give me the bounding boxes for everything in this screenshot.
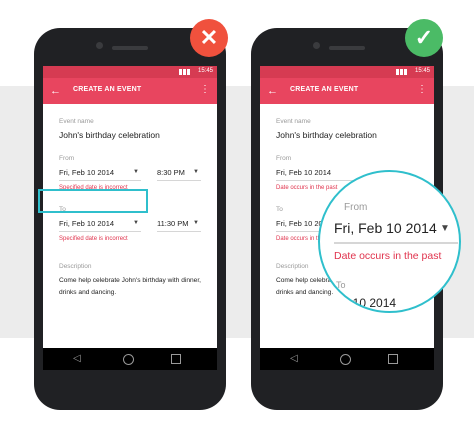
phone-screen: 15:45 ← CREATE AN EVENT ⋮ Event name Joh…: [43, 66, 217, 370]
back-arrow-icon[interactable]: ←: [267, 84, 278, 98]
from-label: From: [276, 155, 292, 162]
zoom-to-label: To: [336, 280, 346, 290]
speaker-grille: [329, 46, 365, 50]
error-highlight-box: [38, 189, 148, 213]
android-nav-bar: ◁: [260, 348, 434, 370]
event-name-label: Event name: [59, 118, 94, 125]
event-name-label: Event name: [276, 118, 311, 125]
more-options-icon[interactable]: ⋮: [417, 83, 427, 97]
event-name-field[interactable]: John's birthday celebration: [59, 130, 160, 140]
nav-home-icon[interactable]: [123, 354, 134, 365]
from-date-underline: [59, 180, 141, 181]
android-nav-bar: ◁: [43, 348, 217, 370]
incorrect-x-icon: ✕: [190, 19, 228, 57]
more-options-icon[interactable]: ⋮: [200, 83, 210, 97]
chevron-down-icon: ▼: [133, 220, 139, 226]
to-date-field[interactable]: Fri, Feb 10 2014: [59, 219, 114, 228]
from-date-underline: [276, 180, 358, 181]
camera-icon: [96, 42, 103, 49]
to-label: To: [276, 206, 283, 213]
correct-check-icon: ✓: [405, 19, 443, 57]
nav-back-icon[interactable]: ◁: [73, 353, 81, 365]
zoom-from-label: From: [344, 202, 368, 213]
from-date-field[interactable]: Fri, Feb 10 2014: [276, 168, 331, 177]
to-time-field[interactable]: 11:30 PM: [157, 219, 189, 228]
speaker-grille: [112, 46, 148, 50]
status-bar: 15:45: [43, 66, 217, 78]
from-error-message: Date occurs in the past: [276, 185, 338, 191]
event-name-field[interactable]: John's birthday celebration: [276, 130, 377, 140]
chevron-down-icon: ▼: [193, 169, 199, 175]
description-label: Description: [59, 263, 92, 270]
nav-home-icon[interactable]: [340, 354, 351, 365]
from-time-field[interactable]: 8:30 PM: [157, 168, 185, 177]
app-bar-title: CREATE AN EVENT: [290, 86, 359, 93]
chevron-down-icon: ▼: [133, 169, 139, 175]
app-bar: ← CREATE AN EVENT ⋮: [43, 78, 217, 104]
from-label: From: [59, 155, 75, 162]
nav-recents-icon[interactable]: [171, 354, 181, 364]
chevron-down-icon: ▼: [193, 220, 199, 226]
signal-icon: [396, 69, 410, 75]
status-bar: 15:45: [260, 66, 434, 78]
status-time: 15:45: [197, 68, 213, 74]
to-error-message: Specified date is incorrect: [59, 236, 128, 242]
nav-recents-icon[interactable]: [388, 354, 398, 364]
zoom-underline: [334, 242, 458, 244]
app-bar-title: CREATE AN EVENT: [73, 86, 142, 93]
camera-icon: [313, 42, 320, 49]
signal-icon: [179, 69, 193, 75]
to-time-underline: [157, 231, 201, 232]
back-arrow-icon[interactable]: ←: [50, 84, 61, 98]
event-form: Event name John's birthday celebration F…: [43, 104, 217, 348]
description-field[interactable]: Come help celebrate John's birthday with…: [59, 275, 209, 299]
zoom-magnifier: From Fri, Feb 10 2014 ▼ Date occurs in t…: [318, 170, 461, 313]
from-time-underline: [157, 180, 201, 181]
description-label: Description: [276, 263, 309, 270]
zoom-error-message: Date occurs in the past: [334, 250, 442, 262]
nav-back-icon[interactable]: ◁: [290, 353, 298, 365]
to-date-underline: [59, 231, 141, 232]
chevron-down-icon: ▼: [440, 223, 450, 234]
status-time: 15:45: [414, 68, 430, 74]
zoom-to-date-partial: eb 10 2014: [336, 296, 397, 310]
app-bar: ← CREATE AN EVENT ⋮: [260, 78, 434, 104]
zoom-from-date: Fri, Feb 10 2014: [334, 220, 437, 236]
phone-incorrect-example: 15:45 ← CREATE AN EVENT ⋮ Event name Joh…: [34, 28, 226, 410]
from-date-field[interactable]: Fri, Feb 10 2014: [59, 168, 114, 177]
